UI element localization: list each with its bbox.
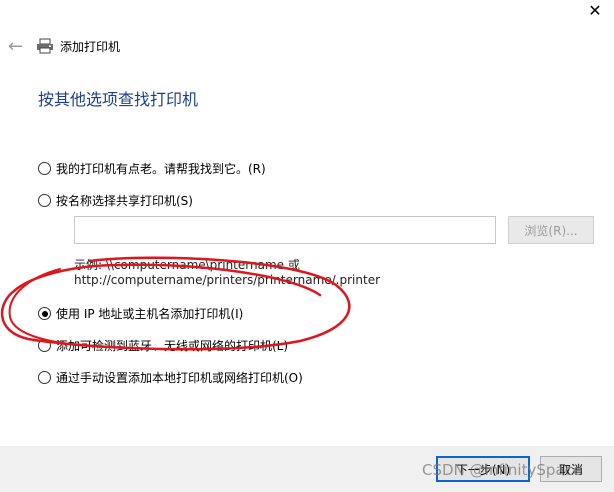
printer-icon [37,38,53,54]
option-old-printer[interactable]: 我的打印机有点老。请帮我找到它。(R) [38,160,266,177]
close-icon[interactable]: ✕ [586,2,604,20]
next-button[interactable]: 下一步(N) [436,456,530,482]
option-shared-printer[interactable]: 按名称选择共享打印机(S) [38,192,193,209]
option-manual-local[interactable]: 通过手动设置添加本地打印机或网络打印机(O) [38,369,303,386]
option-label: 通过手动设置添加本地打印机或网络打印机(O) [56,371,303,385]
window-title: 添加打印机 [60,39,121,54]
radio-button[interactable] [38,162,51,175]
radio-button[interactable] [38,371,51,384]
option-bluetooth-network[interactable]: 添加可检测到蓝牙、无线或网络的打印机(L) [38,337,288,354]
cancel-button[interactable]: 取消 [540,456,602,482]
browse-button[interactable]: 浏览(R)... [508,216,594,244]
radio-button-selected[interactable] [38,307,51,320]
example-text-line-1: 示例: \\computername\printername 或 [74,258,300,272]
option-ip-address[interactable]: 使用 IP 地址或主机名添加打印机(I) [38,305,243,322]
option-label: 我的打印机有点老。请帮我找到它。(R) [56,162,266,176]
option-label: 添加可检测到蓝牙、无线或网络的打印机(L) [56,339,289,353]
radio-button[interactable] [38,194,51,207]
back-arrow-icon[interactable]: ← [8,36,28,57]
page-heading: 按其他选项查找打印机 [38,90,199,109]
nav-bar: ← 添加打印机 [8,36,121,57]
option-label: 使用 IP 地址或主机名添加打印机(I) [56,307,244,321]
option-label: 按名称选择共享打印机(S) [56,194,193,208]
example-text-line-2: http://computername/printers/printername… [74,273,381,287]
radio-button[interactable] [38,339,51,352]
share-printer-input[interactable] [74,216,496,244]
